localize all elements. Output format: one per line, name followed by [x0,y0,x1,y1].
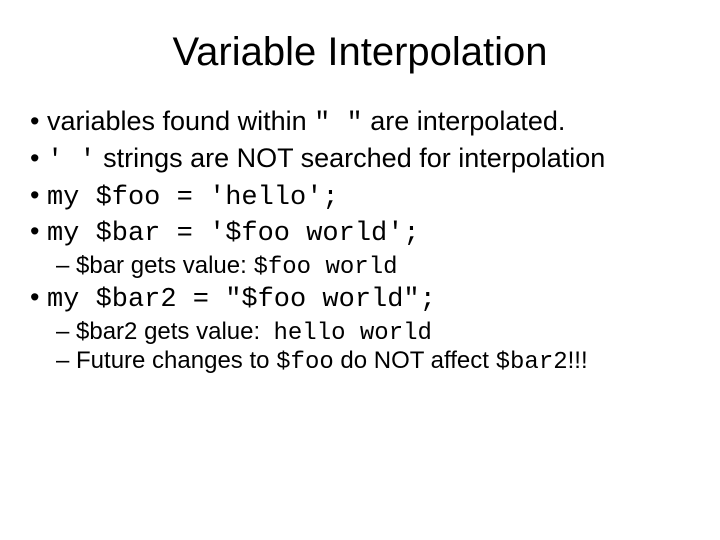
bullet-1-text-a: variables found within [47,106,314,136]
bullet-4-1: $bar gets value: $foo world [56,252,700,281]
bullet-5-2-code2: $bar2 [496,349,568,376]
bullet-5-1: $bar2 gets value: hello world [56,318,700,347]
bullet-4: my $bar = '$foo world'; [30,215,700,252]
bullet-2: ' ' strings are NOT searched for interpo… [30,142,700,179]
slide: Variable Interpolation variables found w… [0,0,720,540]
bullet-1: variables found within " " are interpola… [30,105,700,142]
bullet-5-2-text-c: !!! [568,347,588,374]
page-title: Variable Interpolation [20,30,700,75]
bullet-4-code: my $bar = '$foo world'; [47,219,420,249]
bullet-5-1-code: hello world [273,320,431,347]
bullet-4-1-text-a: $bar gets value: [76,252,253,279]
bullet-1-code: " " [314,109,363,139]
bullet-5-2-code1: $foo [276,349,334,376]
bullet-5-2: Future changes to $foo do NOT affect $ba… [56,347,700,376]
sub-list-4: $bar gets value: $foo world [20,252,700,281]
bullet-2-text-b: strings are NOT searched for interpolati… [96,143,606,173]
bullet-4-1-code: $foo world [253,254,397,281]
sub-list-5: $bar2 gets value: hello world Future cha… [20,318,700,376]
bullet-5: my $bar2 = "$foo world"; [30,281,700,318]
bullet-list: variables found within " " are interpola… [20,105,700,252]
bullet-3: my $foo = 'hello'; [30,179,700,216]
bullet-5-1-text-a: $bar2 gets value: [76,318,273,345]
bullet-5-2-text-b: do NOT affect [334,347,496,374]
bullet-5-code: my $bar2 = "$foo world"; [47,285,436,315]
bullet-2-code: ' ' [47,146,96,176]
bullet-5-2-text-a: Future changes to [76,347,276,374]
bullet-list-cont: my $bar2 = "$foo world"; [20,281,700,318]
bullet-1-text-b: are interpolated. [363,106,566,136]
bullet-3-code: my $foo = 'hello'; [47,183,339,213]
